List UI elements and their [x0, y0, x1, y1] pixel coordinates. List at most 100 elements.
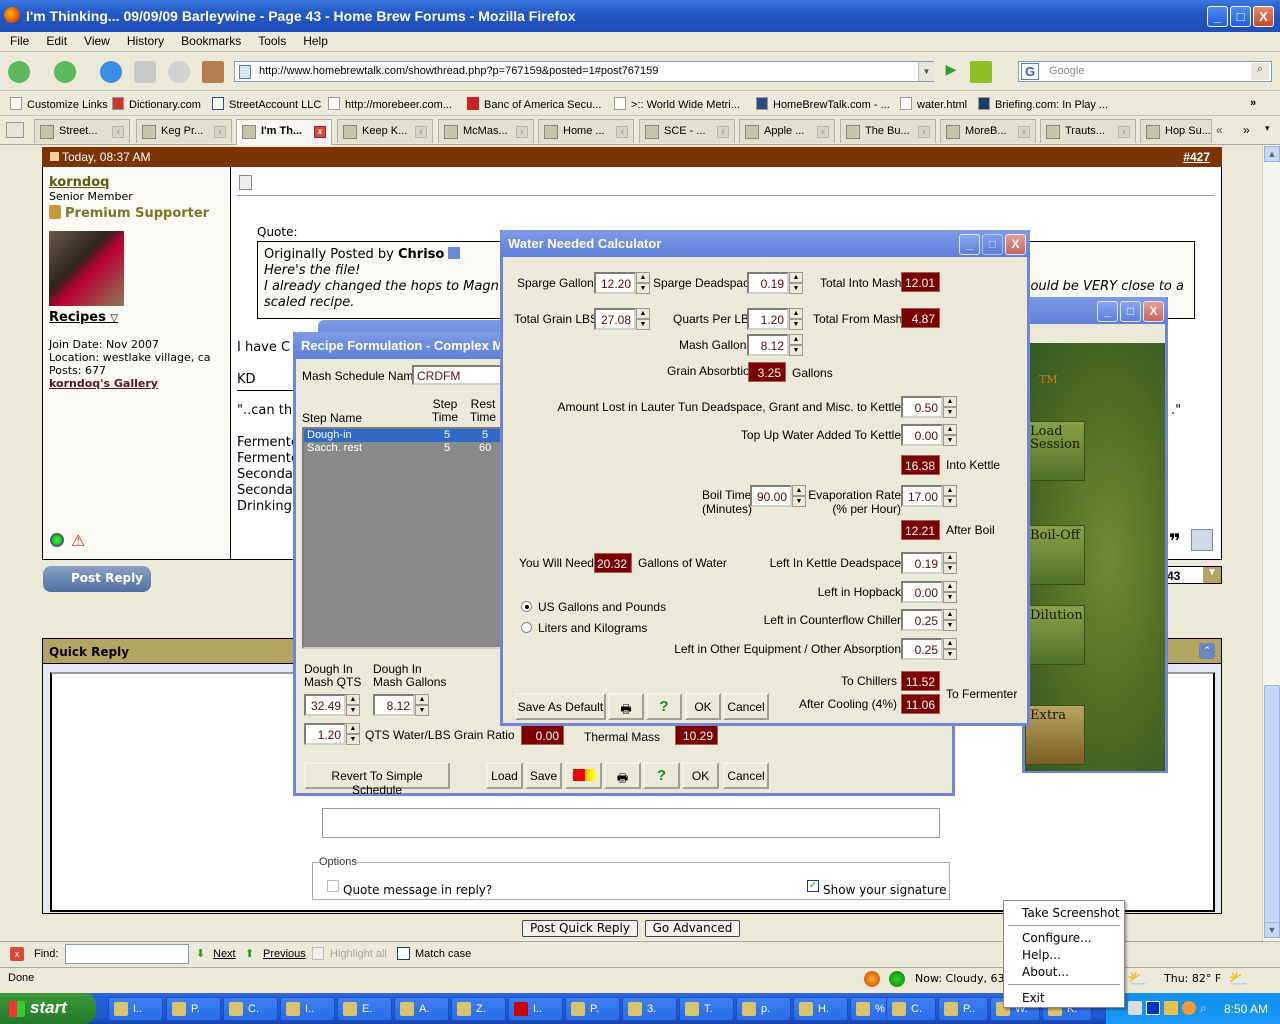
status-green-icon[interactable] [889, 971, 905, 987]
bookmark-item[interactable]: Dictionary.com [112, 97, 201, 111]
tab-close-icon[interactable]: x [214, 126, 226, 138]
cancel-button[interactable]: Cancel [723, 762, 769, 789]
reload-icon[interactable] [100, 61, 122, 83]
menu-item-about[interactable]: About... [1022, 965, 1069, 979]
tab[interactable]: Apple ... x [739, 119, 835, 143]
dilution-button[interactable]: Dilution [1025, 605, 1085, 665]
firefox-icon[interactable] [864, 971, 880, 987]
menu-file[interactable]: File [0, 32, 36, 48]
load-session-button[interactable]: Load Session [1025, 421, 1085, 481]
schedule-name-input[interactable]: CRDFM [412, 365, 512, 385]
ok-button[interactable]: OK [685, 693, 721, 720]
print-button[interactable]: 🖶 [604, 762, 641, 789]
camera-icon[interactable] [1128, 1001, 1142, 1015]
taskbar-item[interactable]: % [850, 997, 890, 1021]
tab-close-icon[interactable]: x [516, 126, 528, 138]
tab-close-icon[interactable]: x [1018, 126, 1030, 138]
close-button[interactable]: X [1143, 301, 1164, 322]
tab-close-icon[interactable]: x [817, 126, 829, 138]
tray-app-icon[interactable] [1182, 1001, 1196, 1015]
tab[interactable]: The Bu... x [840, 119, 936, 143]
find-next-button[interactable]: Next [213, 948, 236, 960]
tab-scroll-right-button[interactable]: » [1243, 123, 1250, 137]
tab-close-icon[interactable]: x [616, 126, 628, 138]
help-button[interactable]: ? [643, 762, 680, 789]
quote-message-checkbox[interactable] [327, 880, 339, 892]
post-number-link[interactable]: #427 [1183, 150, 1210, 164]
menu-item-help[interactable]: Help... [1022, 948, 1061, 962]
tab-close-icon[interactable]: x [1118, 126, 1130, 138]
tab[interactable]: McMas... x [438, 119, 534, 143]
collapse-icon[interactable]: ⌃ [1199, 643, 1215, 659]
go-icon[interactable]: ▶ [940, 61, 962, 82]
bookmark-item[interactable]: Customize Links [10, 97, 108, 111]
stop-icon[interactable] [168, 61, 190, 83]
menu-edit[interactable]: Edit [36, 32, 74, 48]
boil-off-button[interactable]: Boil-Off [1025, 525, 1085, 585]
tray-app-icon[interactable] [1164, 1001, 1178, 1015]
network-icon[interactable] [1146, 1001, 1160, 1015]
save-as-default-button[interactable]: Save As Default [515, 693, 606, 720]
tab-close-icon[interactable]: x [717, 126, 729, 138]
taskbar-item[interactable]: C. [886, 997, 936, 1021]
print-icon[interactable] [134, 61, 156, 83]
maximize-button[interactable]: □ [1120, 301, 1141, 322]
match-case-checkbox[interactable] [397, 947, 410, 960]
minimize-button[interactable]: _ [959, 234, 980, 255]
tab[interactable]: Street... x [34, 119, 130, 143]
weather-forecast[interactable]: Thu: 82° F [1164, 972, 1221, 985]
bookmark-item[interactable]: water.html [900, 97, 967, 111]
search-tray-icon[interactable]: ⌕ [1200, 1001, 1214, 1015]
taskbar-item[interactable]: P.. [938, 997, 988, 1021]
page-dropdown-icon[interactable]: ▼ [1203, 567, 1221, 583]
tab[interactable]: Keg Pr... x [136, 119, 232, 143]
find-previous-button[interactable]: Previous [263, 948, 306, 960]
mash-steps-list[interactable]: Dough-in 5 5 Sacch. rest 5 60 [302, 427, 504, 649]
search-input[interactable]: G Google ⌕ [1018, 61, 1272, 82]
extra-button[interactable]: Extra [1025, 705, 1085, 765]
back-icon[interactable] [8, 61, 30, 83]
menu-help[interactable]: Help [293, 32, 335, 48]
bookmark-item[interactable]: Banc of America Secu... [467, 97, 601, 111]
chart-button[interactable] [565, 762, 602, 789]
us-units-radio[interactable] [521, 601, 532, 612]
menu-view[interactable]: View [74, 32, 117, 48]
bookmark-item[interactable]: Briefing.com: In Play ... [978, 97, 1108, 111]
edit-icon[interactable] [1191, 529, 1213, 551]
view-post-icon[interactable] [448, 247, 461, 259]
taskbar-item[interactable]: A. [394, 997, 449, 1021]
bookmark-item[interactable]: StreetAccount LLC [212, 97, 321, 111]
tab[interactable]: Home ... x [538, 119, 634, 143]
forward-icon[interactable] [54, 61, 76, 83]
find-input[interactable] [65, 944, 189, 964]
scroll-down-icon[interactable]: ▼ [1264, 922, 1280, 938]
search-icon[interactable]: ⌕ [1251, 63, 1269, 80]
page-scrollbar[interactable]: ▲ ▼ [1262, 145, 1280, 941]
revert-simple-button[interactable]: Revert To Simple Schedule [304, 762, 450, 797]
tab[interactable]: Hop Su... [1140, 119, 1212, 143]
addon-icon[interactable] [970, 61, 992, 83]
close-button[interactable]: X [1253, 6, 1274, 27]
menu-item-configure[interactable]: Configure... [1022, 931, 1092, 945]
taskbar-item[interactable]: p. [736, 997, 791, 1021]
start-button[interactable]: start [0, 993, 96, 1024]
post-quick-reply-button[interactable]: Post Quick Reply [522, 920, 638, 937]
menu-item-exit[interactable]: Exit [1022, 991, 1045, 1005]
message-textarea[interactable] [322, 808, 940, 838]
taskbar-item[interactable]: Z. [451, 997, 506, 1021]
url-bar[interactable]: http://www.homebrewtalk.com/showthread.p… [234, 61, 934, 82]
show-signature-checkbox[interactable]: ✓ [807, 880, 819, 892]
maximize-button[interactable]: □ [1230, 6, 1251, 27]
home-icon[interactable] [202, 61, 224, 83]
tab[interactable]: MoreB... x [940, 119, 1036, 143]
tab-selected[interactable]: I'm Th... x [236, 119, 332, 145]
tab-list-button[interactable]: ▾ [1265, 123, 1270, 134]
taskbar-item[interactable]: P. [565, 997, 620, 1021]
post-reply-button[interactable]: Post Reply [43, 566, 151, 592]
taskbar-item[interactable]: I.. [280, 997, 335, 1021]
metric-units-radio[interactable] [521, 622, 532, 633]
minimize-button[interactable]: _ [1207, 6, 1228, 27]
search-engine-icon[interactable]: G [1021, 63, 1039, 80]
help-button[interactable]: ? [646, 693, 682, 720]
tab-close-icon[interactable]: x [415, 126, 427, 138]
